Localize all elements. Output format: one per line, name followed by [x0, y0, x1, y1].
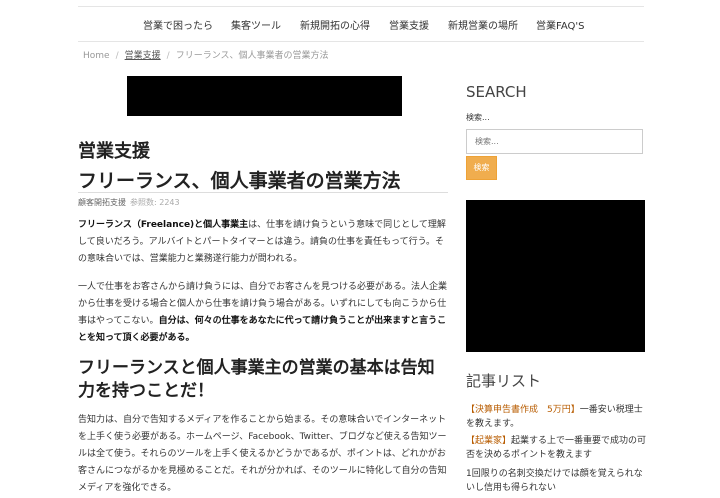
- list-item[interactable]: 1回限りの名刺交換だけでは顔を覚えられないし信用も得られない: [466, 467, 648, 495]
- search-input[interactable]: [466, 129, 643, 154]
- search-label: 検索...: [466, 113, 490, 122]
- article-list-heading: 記事リスト: [466, 372, 542, 390]
- nav-item-mindset[interactable]: 新規開拓の心得: [300, 17, 370, 32]
- nav-item-trouble[interactable]: 営業で困ったら: [143, 17, 213, 32]
- page-title: フリーランス、個人事業者の営業方法: [78, 170, 401, 192]
- list-item-text: 1回限りの名刺交換だけでは顔を覚えられないし信用も得られない: [466, 469, 643, 493]
- breadcrumb-separator: /: [115, 51, 119, 61]
- main-nav: 営業で困ったら 集客ツール 新規開拓の心得 営業支援 新規営業の場所 営業FAQ…: [78, 6, 644, 42]
- category-title: 営業支援: [78, 141, 150, 162]
- nav-item-faq[interactable]: 営業FAQ'S: [536, 17, 584, 32]
- breadcrumb: Home / 営業支援 / フリーランス、個人事業者の営業方法: [83, 48, 329, 61]
- search-heading: SEARCH: [466, 83, 527, 101]
- breadcrumb-separator: /: [166, 51, 170, 61]
- paragraph-intro: フリーランス（Freelance)と個人事業主は、仕事を請け負うという意味で同じ…: [78, 217, 450, 268]
- intro-bold: フリーランス（Freelance)と個人事業主: [78, 220, 249, 230]
- list-item[interactable]: 【決算申告書作成 5万円】一番安い税理士を教えます。: [466, 403, 648, 431]
- section-heading: フリーランスと個人事業主の営業の基本は告知力を持つことだ！: [78, 358, 435, 401]
- list-item-label: 【決算申告書作成 5万円】: [466, 405, 580, 415]
- ad-banner-top[interactable]: [127, 76, 402, 116]
- title-divider: [78, 192, 448, 193]
- list-item[interactable]: 【起業家】起業する上で一番重要で成功の可否を決めるポイントを教えます: [466, 434, 648, 462]
- nav-item-tools[interactable]: 集客ツール: [231, 17, 281, 32]
- view-count: 参照数: 2243: [130, 198, 180, 207]
- list-item-label: 【起業家】: [466, 436, 512, 446]
- search-button[interactable]: 検索: [466, 156, 497, 180]
- paragraph-third: 告知力は、自分で告知するメディアを作ることから始まる。その意味合いでインターネッ…: [78, 415, 447, 493]
- nav-item-support[interactable]: 営業支援: [389, 17, 429, 32]
- nav-item-places[interactable]: 新規営業の場所: [448, 17, 518, 32]
- breadcrumb-home[interactable]: Home: [83, 51, 110, 61]
- breadcrumb-current: フリーランス、個人事業者の営業方法: [175, 51, 329, 61]
- article-meta: 顧客開拓支援 参照数: 2243: [78, 197, 180, 208]
- ad-banner-sidebar[interactable]: [466, 200, 645, 352]
- paragraph-second: 一人で仕事をお客さんから請け負うには、自分でお客さんを見つける必要がある。法人企…: [78, 279, 450, 347]
- author-link[interactable]: 顧客開拓支援: [78, 198, 126, 207]
- breadcrumb-category[interactable]: 営業支援: [125, 51, 161, 61]
